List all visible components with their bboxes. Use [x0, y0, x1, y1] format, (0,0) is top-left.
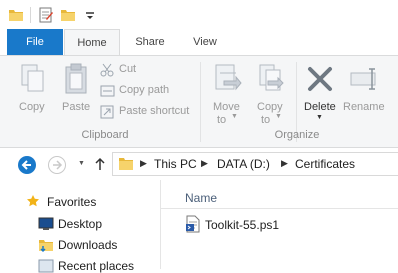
customize-qat-icon[interactable] [82, 7, 98, 23]
copy-icon [21, 64, 44, 92]
organize-group-label: Organize [274, 129, 320, 141]
move-to-button[interactable]: Move to ▼ [208, 61, 248, 127]
back-arrow-icon [21, 160, 31, 170]
desktop-icon [38, 217, 54, 230]
clipboard-group-label: Clipboard [81, 129, 129, 141]
folder-icon[interactable] [8, 7, 24, 23]
breadcrumb-data-drive[interactable]: DATA (D:) [217, 157, 270, 171]
copy-label: Copy [19, 101, 45, 113]
rename-button[interactable]: Rename [342, 61, 388, 127]
forward-arrow-icon [53, 160, 63, 170]
copy-to-button[interactable]: Copy to ▼ [252, 61, 292, 127]
copy-to-icon [259, 64, 284, 91]
file-name: Toolkit-55.ps1 [205, 218, 280, 232]
paste-label: Paste [62, 101, 91, 113]
up-arrow-icon[interactable] [94, 157, 106, 171]
breadcrumb-arrow-icon[interactable]: ▶ [140, 158, 147, 169]
tab-home[interactable]: Home [64, 29, 120, 56]
scissors-icon [100, 63, 114, 77]
navigation-pane: Favorites Desktop Downloads Recent place… [0, 180, 161, 273]
copy-to-label: Copy [257, 101, 283, 113]
recent-locations-icon[interactable]: ▼ [78, 160, 85, 167]
navigation-bar: ▼ ▶ This PC ▶ DATA (D:) ▶ Certificates [0, 148, 398, 180]
ribbon-home: Copy Paste Cut Copy path Paste shortcut [0, 55, 398, 148]
column-header-name[interactable]: Name [185, 191, 217, 205]
list-item[interactable]: Toolkit-55.ps1 [183, 214, 343, 234]
cut-label: Cut [119, 63, 137, 75]
star-icon [27, 195, 39, 207]
properties-icon[interactable] [38, 7, 54, 23]
copy-to-dropdown-icon: ▼ [275, 113, 282, 120]
paste-button[interactable]: Paste [56, 61, 96, 121]
rename-label: Rename [343, 101, 385, 113]
ribbon-tabs: File Home Share View [0, 29, 398, 56]
paste-shortcut-label: Paste shortcut [119, 105, 190, 117]
tab-share[interactable]: Share [124, 29, 176, 56]
nav-item-recent-places[interactable]: Recent places [58, 259, 134, 273]
new-folder-icon[interactable] [60, 7, 76, 23]
move-to-label: Move [213, 101, 240, 113]
copy-path-icon [100, 85, 115, 97]
tab-view[interactable]: View [180, 29, 230, 56]
back-button[interactable] [18, 156, 36, 174]
group-separator [200, 62, 201, 142]
nav-item-downloads[interactable]: Downloads [58, 238, 117, 252]
title-bar [0, 0, 398, 29]
nav-item-desktop[interactable]: Desktop [58, 217, 102, 231]
move-to-dropdown-icon: ▼ [231, 113, 238, 120]
file-list: Name Toolkit-55.ps1 [161, 180, 398, 269]
powershell-script-icon [186, 215, 200, 233]
copy-path-label: Copy path [119, 84, 170, 96]
column-divider [161, 208, 398, 209]
paste-shortcut-icon [100, 105, 114, 119]
copy-to-label-line2: to [261, 114, 271, 126]
breadcrumb-arrow-icon[interactable]: ▶ [201, 158, 208, 169]
downloads-icon [39, 240, 53, 253]
forward-button[interactable] [48, 156, 66, 174]
qat-separator [30, 7, 31, 23]
recent-places-icon [38, 259, 54, 273]
nav-item-favorites[interactable]: Favorites [47, 195, 96, 209]
breadcrumb-certificates[interactable]: Certificates [295, 157, 355, 171]
breadcrumb-arrow-icon[interactable]: ▶ [281, 158, 288, 169]
address-bar[interactable]: ▶ This PC ▶ DATA (D:) ▶ Certificates [112, 152, 398, 176]
delete-icon [308, 67, 332, 91]
move-to-icon [215, 64, 242, 91]
copy-path-button[interactable]: Copy path [100, 83, 180, 101]
delete-dropdown-icon: ▼ [316, 114, 323, 121]
paste-icon [65, 63, 87, 94]
cut-button[interactable]: Cut [100, 62, 170, 80]
copy-button[interactable]: Copy [14, 61, 52, 121]
paste-shortcut-button[interactable]: Paste shortcut [100, 104, 196, 122]
folder-icon [119, 158, 133, 170]
delete-label: Delete [304, 101, 336, 113]
breadcrumb-this-pc[interactable]: This PC [154, 157, 197, 171]
delete-button[interactable]: Delete ▼ [300, 61, 340, 127]
move-to-label-line2: to [217, 114, 227, 126]
tab-file[interactable]: File [7, 29, 63, 56]
rename-icon [350, 68, 376, 90]
